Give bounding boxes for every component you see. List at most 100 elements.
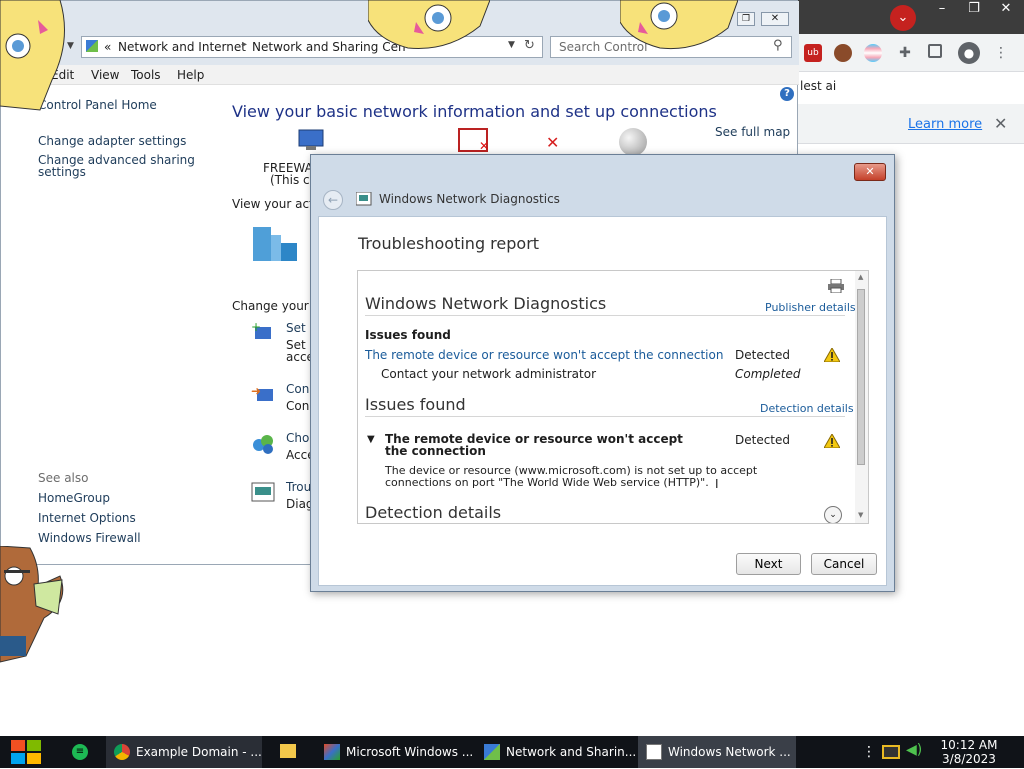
tray-overflow-icon[interactable]: ⋮	[862, 744, 876, 760]
scroll-up-icon[interactable]: ▲	[858, 273, 863, 281]
menu-tools[interactable]: Tools	[131, 68, 161, 82]
report-title: Windows Network Diagnostics	[365, 294, 607, 313]
report-panel: Windows Network Diagnostics Publisher de…	[357, 270, 869, 524]
profile-icon[interactable]: ●	[958, 42, 980, 64]
start-button[interactable]	[10, 738, 42, 766]
issue-status: Detected	[735, 348, 791, 362]
chrome-icon	[114, 744, 130, 760]
maximize-icon[interactable]: ❐	[737, 12, 755, 26]
taskbar-chrome-label: Example Domain - ...	[136, 745, 262, 759]
issue-link[interactable]: The remote device or resource won't acce…	[365, 348, 723, 362]
contact-admin-text: Contact your network administrator	[381, 367, 597, 381]
address-dropdown-icon[interactable]: ▼	[508, 40, 515, 50]
menu-kebab-icon[interactable]: ⋮	[992, 44, 1010, 62]
warning-icon	[823, 346, 841, 363]
publisher-details-link[interactable]: Publisher details	[765, 301, 856, 314]
cartoon-sticker-left	[0, 0, 70, 112]
bookmark-bar: lest ai	[798, 72, 1024, 100]
help-icon[interactable]: ?	[780, 87, 794, 101]
network-buildings-icon	[251, 225, 299, 263]
issue-expanded-status: Detected	[735, 433, 791, 447]
divider	[365, 315, 845, 316]
change-network-settings-label: Change your n	[232, 299, 321, 313]
task-setup-title[interactable]: Set	[286, 321, 306, 335]
dialog-close-icon[interactable]: ✕	[854, 163, 886, 181]
setup-connection-icon: +	[251, 320, 277, 343]
network-error-icon: ✕	[457, 127, 491, 153]
taskbar-chrome[interactable]: Example Domain - ...	[106, 736, 262, 768]
extensions-puzzle-icon[interactable]: ✚	[896, 44, 914, 62]
scroll-down-icon[interactable]: ▼	[858, 511, 863, 519]
bookmark-item[interactable]: lest ai	[800, 79, 836, 93]
dialog-title: Windows Network Diagnostics	[379, 192, 560, 206]
restore-icon[interactable]: ❐	[958, 0, 990, 18]
refresh-icon[interactable]: ↻	[524, 38, 535, 53]
next-button[interactable]: Next	[736, 553, 801, 575]
back-arrow-icon[interactable]: ←	[323, 190, 343, 210]
homegroup-link[interactable]: HomeGroup	[38, 491, 110, 505]
issues-found-section-title: Issues found	[365, 395, 466, 414]
see-full-map-link[interactable]: See full map	[715, 125, 790, 139]
taskbar-word[interactable]: Microsoft Windows ...	[316, 736, 473, 768]
diagnostics-app-icon	[355, 191, 372, 206]
extension-flag-icon[interactable]	[864, 44, 882, 62]
menu-help[interactable]: Help	[177, 68, 204, 82]
tab-search-icon[interactable]: ⌄	[890, 5, 916, 31]
collapse-triangle-icon[interactable]: ▼	[367, 434, 375, 445]
diagnostics-dialog: ✕ ← Windows Network Diagnostics Troubles…	[310, 154, 895, 592]
breadcrumb-overflow[interactable]: «	[104, 40, 111, 54]
browser-toolbar: ub ✚ ● ⋮	[798, 34, 1024, 72]
warning-icon	[823, 432, 841, 449]
taskbar-network-sharing[interactable]: Network and Sharin...	[476, 736, 636, 768]
taskbar-diagnostics-label: Windows Network ...	[668, 745, 791, 759]
svg-text:✕: ✕	[479, 139, 489, 153]
detection-details-link[interactable]: Detection details	[760, 402, 854, 415]
side-panel-icon[interactable]	[928, 44, 942, 58]
text-cursor-icon: I	[715, 477, 719, 491]
print-icon[interactable]	[828, 278, 844, 294]
clock-date[interactable]: 3/8/2023	[938, 753, 1000, 766]
info-bar: Learn more ✕	[798, 104, 1024, 144]
scrollbar-thumb[interactable]	[857, 289, 865, 465]
learn-more-link[interactable]: Learn more	[908, 117, 982, 132]
svg-text:+: +	[251, 321, 261, 334]
internet-options-link[interactable]: Internet Options	[38, 511, 136, 525]
issues-found-label: Issues found	[365, 328, 451, 342]
search-icon[interactable]: ⚲	[773, 38, 783, 53]
infobar-close-icon[interactable]: ✕	[994, 114, 1007, 133]
breadcrumb-network-internet[interactable]: Network and Internet	[118, 40, 246, 54]
report-heading: Troubleshooting report	[358, 234, 540, 253]
change-adapter-settings-link[interactable]: Change adapter settings	[38, 134, 186, 148]
menu-view[interactable]: View	[91, 68, 119, 82]
windows-firewall-link[interactable]: Windows Firewall	[38, 531, 141, 545]
volume-icon[interactable]: ◀)	[906, 742, 922, 758]
minimize-icon[interactable]: –	[926, 0, 958, 18]
taskbar-network-label: Network and Sharin...	[506, 745, 637, 759]
ublock-icon[interactable]: ub	[804, 44, 822, 62]
diagnostics-taskbar-icon	[646, 744, 662, 760]
tray-monitor-icon[interactable]	[882, 745, 900, 759]
connection-broken-icon: ✕	[546, 133, 560, 152]
issue-description: The device or resource (www.microsoft.co…	[385, 464, 758, 489]
scrollbar[interactable]: ▲ ▼	[855, 271, 868, 523]
cancel-button[interactable]: Cancel	[811, 553, 877, 575]
spotify-icon[interactable]: ≡	[72, 744, 88, 760]
left-pane: Control Panel Home Change adapter settin…	[1, 86, 221, 564]
completed-status: Completed	[735, 367, 801, 381]
issue-expanded-title[interactable]: The remote device or resource won't acce…	[385, 433, 705, 457]
clock-time[interactable]: 10:12 AM	[938, 739, 1000, 752]
cartoon-sticker-top-center	[367, 0, 491, 50]
taskbar-diagnostics[interactable]: Windows Network ...	[638, 736, 796, 768]
close-icon[interactable]: ✕	[990, 0, 1022, 18]
breadcrumb-chevron-icon[interactable]: ▸	[242, 39, 247, 50]
divider	[365, 416, 845, 417]
file-explorer-icon[interactable]	[280, 744, 296, 758]
menu-bar: Edit View Tools Help	[1, 65, 799, 85]
troubleshoot-icon	[251, 481, 277, 503]
network-sharing-icon	[484, 744, 500, 760]
change-advanced-sharing-link[interactable]: Change advanced sharing settings	[38, 154, 198, 178]
extension-avatar-icon[interactable]	[834, 44, 852, 62]
task-troubleshoot-title[interactable]: Trou	[286, 480, 311, 494]
window-close-icon[interactable]: ✕	[761, 12, 789, 26]
expand-chevron-icon[interactable]: ⌄	[824, 506, 842, 523]
